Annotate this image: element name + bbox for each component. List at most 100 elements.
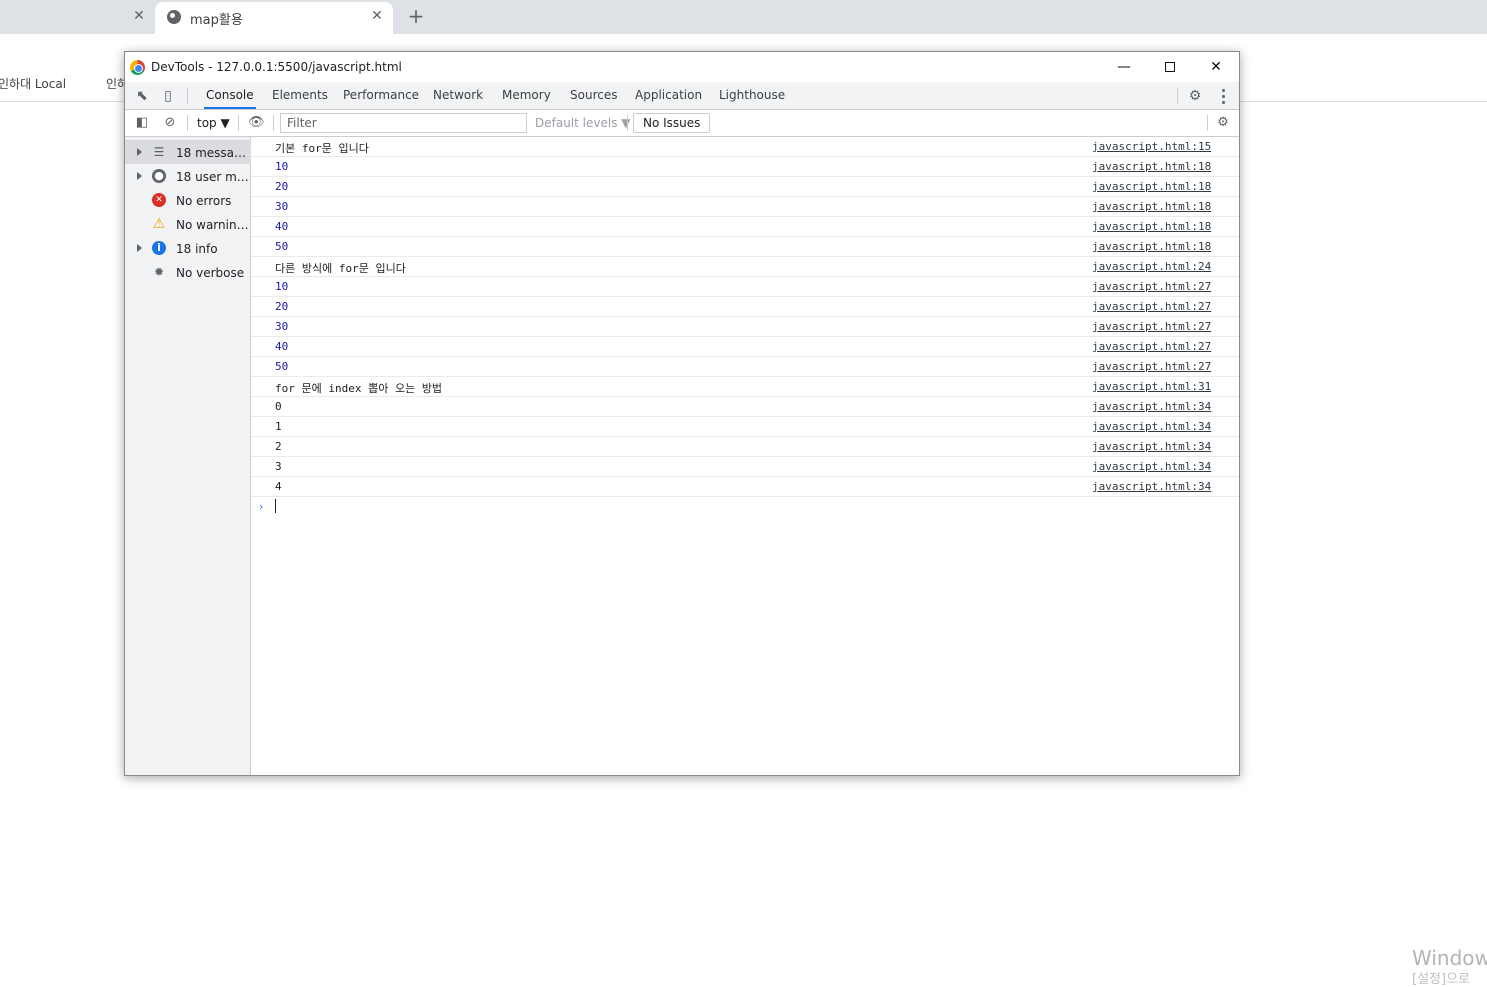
filter-input[interactable]: Filter bbox=[280, 113, 527, 133]
source-link[interactable]: javascript.html:18 bbox=[1092, 220, 1211, 233]
log-levels-dropdown[interactable]: Default levels ▼ bbox=[535, 116, 631, 130]
new-tab-button[interactable]: + bbox=[405, 5, 427, 27]
source-link[interactable]: javascript.html:34 bbox=[1092, 480, 1211, 493]
tab-elements[interactable]: Elements bbox=[270, 82, 330, 109]
source-link[interactable]: javascript.html:15 bbox=[1092, 140, 1211, 153]
expand-arrow-icon[interactable] bbox=[137, 172, 142, 180]
console-settings-gear-icon[interactable]: ⚙ bbox=[1215, 115, 1231, 131]
message-text: 기본 for문 입니다 bbox=[275, 142, 369, 155]
bug-icon: ✹ bbox=[153, 265, 165, 279]
console-message-row: 30 javascript.html:18 bbox=[251, 197, 1239, 217]
message-text: 20 bbox=[275, 300, 289, 313]
message-text: 2 bbox=[275, 440, 282, 453]
console-message-row: 3 javascript.html:34 bbox=[251, 457, 1239, 477]
tab-performance[interactable]: Performance bbox=[341, 82, 421, 109]
sidebar-item-label: No warnings bbox=[176, 218, 250, 232]
expand-arrow-icon[interactable] bbox=[137, 148, 142, 156]
maximize-button[interactable] bbox=[1147, 52, 1193, 82]
toolbar-divider bbox=[273, 115, 274, 131]
os-activation-watermark: Window bbox=[1412, 946, 1487, 970]
error-icon: ✕ bbox=[152, 193, 166, 207]
console-message-row: 20 javascript.html:18 bbox=[251, 177, 1239, 197]
warning-icon: ⚠ bbox=[152, 216, 166, 232]
console-message-row: 기본 for문 입니다 javascript.html:15 bbox=[251, 137, 1239, 157]
console-message-row: 1 javascript.html:34 bbox=[251, 417, 1239, 437]
tab-lighthouse[interactable]: Lighthouse bbox=[717, 82, 787, 109]
sidebar-item-info[interactable]: i 18 info bbox=[125, 236, 251, 260]
source-link[interactable]: javascript.html:18 bbox=[1092, 240, 1211, 253]
source-link[interactable]: javascript.html:27 bbox=[1092, 280, 1211, 293]
source-link[interactable]: javascript.html:27 bbox=[1092, 340, 1211, 353]
toolbar-divider bbox=[187, 88, 188, 104]
source-link[interactable]: javascript.html:34 bbox=[1092, 400, 1211, 413]
console-message-row: 2 javascript.html:34 bbox=[251, 437, 1239, 457]
expand-arrow-icon[interactable] bbox=[137, 244, 142, 252]
source-link[interactable]: javascript.html:34 bbox=[1092, 440, 1211, 453]
console-message-row: 4 javascript.html:34 bbox=[251, 477, 1239, 497]
source-link[interactable]: javascript.html:27 bbox=[1092, 360, 1211, 373]
minimize-button[interactable]: — bbox=[1101, 52, 1147, 82]
tab-application[interactable]: Application bbox=[633, 82, 704, 109]
tab-close-icon[interactable]: ✕ bbox=[369, 8, 385, 24]
sidebar-item-verbose[interactable]: ✹ No verbose bbox=[125, 260, 251, 284]
sidebar-item-messages[interactable]: ☰ 18 messages bbox=[125, 140, 251, 164]
console-message-row: 10 javascript.html:27 bbox=[251, 277, 1239, 297]
browser-tab-previous[interactable]: ✕ bbox=[0, 0, 153, 34]
message-text: 1 bbox=[275, 420, 282, 433]
os-activation-watermark-sub: [설정]으로 bbox=[1412, 972, 1470, 987]
devtools-titlebar[interactable]: DevTools - 127.0.0.1:5500/javascript.htm… bbox=[125, 52, 1239, 82]
device-toolbar-icon[interactable]: ▯ bbox=[159, 87, 177, 105]
toolbar-divider bbox=[627, 115, 628, 131]
window-title: DevTools - 127.0.0.1:5500/javascript.htm… bbox=[151, 60, 402, 74]
console-log: 기본 for문 입니다 javascript.html:15 10 javascri… bbox=[251, 137, 1239, 775]
tab-memory[interactable]: Memory bbox=[500, 82, 553, 109]
sidebar-item-errors[interactable]: ✕ No errors bbox=[125, 188, 251, 212]
sidebar-item-warnings[interactable]: ⚠ No warnings bbox=[125, 212, 251, 236]
tab-sources[interactable]: Sources bbox=[568, 82, 619, 109]
clear-console-icon[interactable]: ⊘ bbox=[162, 115, 178, 131]
inspect-element-icon[interactable]: ⬉ bbox=[133, 87, 151, 105]
source-link[interactable]: javascript.html:31 bbox=[1092, 380, 1211, 393]
sidebar-toggle-icon[interactable]: ◧ bbox=[134, 115, 150, 131]
console-message-row: 10 javascript.html:18 bbox=[251, 157, 1239, 177]
console-toolbar: ◧ ⊘ top ▼ 👁 Filter Default levels ▼ No I… bbox=[125, 110, 1239, 137]
toolbar-divider bbox=[187, 115, 188, 131]
source-link[interactable]: javascript.html:27 bbox=[1092, 320, 1211, 333]
sidebar-item-label: 18 messages bbox=[176, 146, 250, 160]
message-text: 다른 방식에 for문 입니다 bbox=[275, 262, 406, 275]
devtools-window: DevTools - 127.0.0.1:5500/javascript.htm… bbox=[124, 51, 1240, 776]
source-link[interactable]: javascript.html:27 bbox=[1092, 300, 1211, 313]
issues-button[interactable]: No Issues bbox=[633, 113, 711, 133]
console-message-row: 30 javascript.html:27 bbox=[251, 317, 1239, 337]
info-icon: i bbox=[152, 241, 166, 255]
source-link[interactable]: javascript.html:18 bbox=[1092, 180, 1211, 193]
globe-icon bbox=[167, 10, 181, 24]
source-link[interactable]: javascript.html:24 bbox=[1092, 260, 1211, 273]
console-message-row: 다른 방식에 for문 입니다 javascript.html:24 bbox=[251, 257, 1239, 277]
browser-tab-active[interactable]: map활용 ✕ bbox=[155, 2, 393, 34]
console-prompt-chevron-icon: › bbox=[259, 500, 264, 513]
tab-network[interactable]: Network bbox=[431, 82, 485, 109]
message-text: 0 bbox=[275, 400, 282, 413]
source-link[interactable]: javascript.html:18 bbox=[1092, 200, 1211, 213]
console-message-row: for 문에 index 뽑아 오는 방법 javascript.html:31 bbox=[251, 377, 1239, 397]
source-link[interactable]: javascript.html:18 bbox=[1092, 160, 1211, 173]
more-options-icon[interactable] bbox=[1215, 86, 1231, 106]
message-text: 50 bbox=[275, 360, 289, 373]
console-input[interactable] bbox=[275, 499, 276, 513]
sidebar-item-user-messages[interactable]: ● 18 user mes... bbox=[125, 164, 251, 188]
tab-close-icon[interactable]: ✕ bbox=[131, 8, 147, 24]
settings-gear-icon[interactable]: ⚙ bbox=[1186, 87, 1204, 105]
source-link[interactable]: javascript.html:34 bbox=[1092, 420, 1211, 433]
context-selector[interactable]: top ▼ bbox=[197, 116, 230, 130]
browser-tabstrip: ✕ map활용 ✕ + bbox=[0, 0, 1487, 34]
bookmark-item[interactable]: 인하대 Local bbox=[0, 75, 66, 92]
message-text: 10 bbox=[275, 160, 289, 173]
console-message-row: 50 javascript.html:27 bbox=[251, 357, 1239, 377]
tab-title: map활용 bbox=[190, 13, 243, 28]
live-expression-eye-icon[interactable]: 👁 bbox=[248, 115, 265, 131]
tab-console[interactable]: Console bbox=[204, 82, 256, 109]
message-text: 30 bbox=[275, 200, 289, 213]
close-window-button[interactable]: ✕ bbox=[1193, 52, 1239, 82]
source-link[interactable]: javascript.html:34 bbox=[1092, 460, 1211, 473]
